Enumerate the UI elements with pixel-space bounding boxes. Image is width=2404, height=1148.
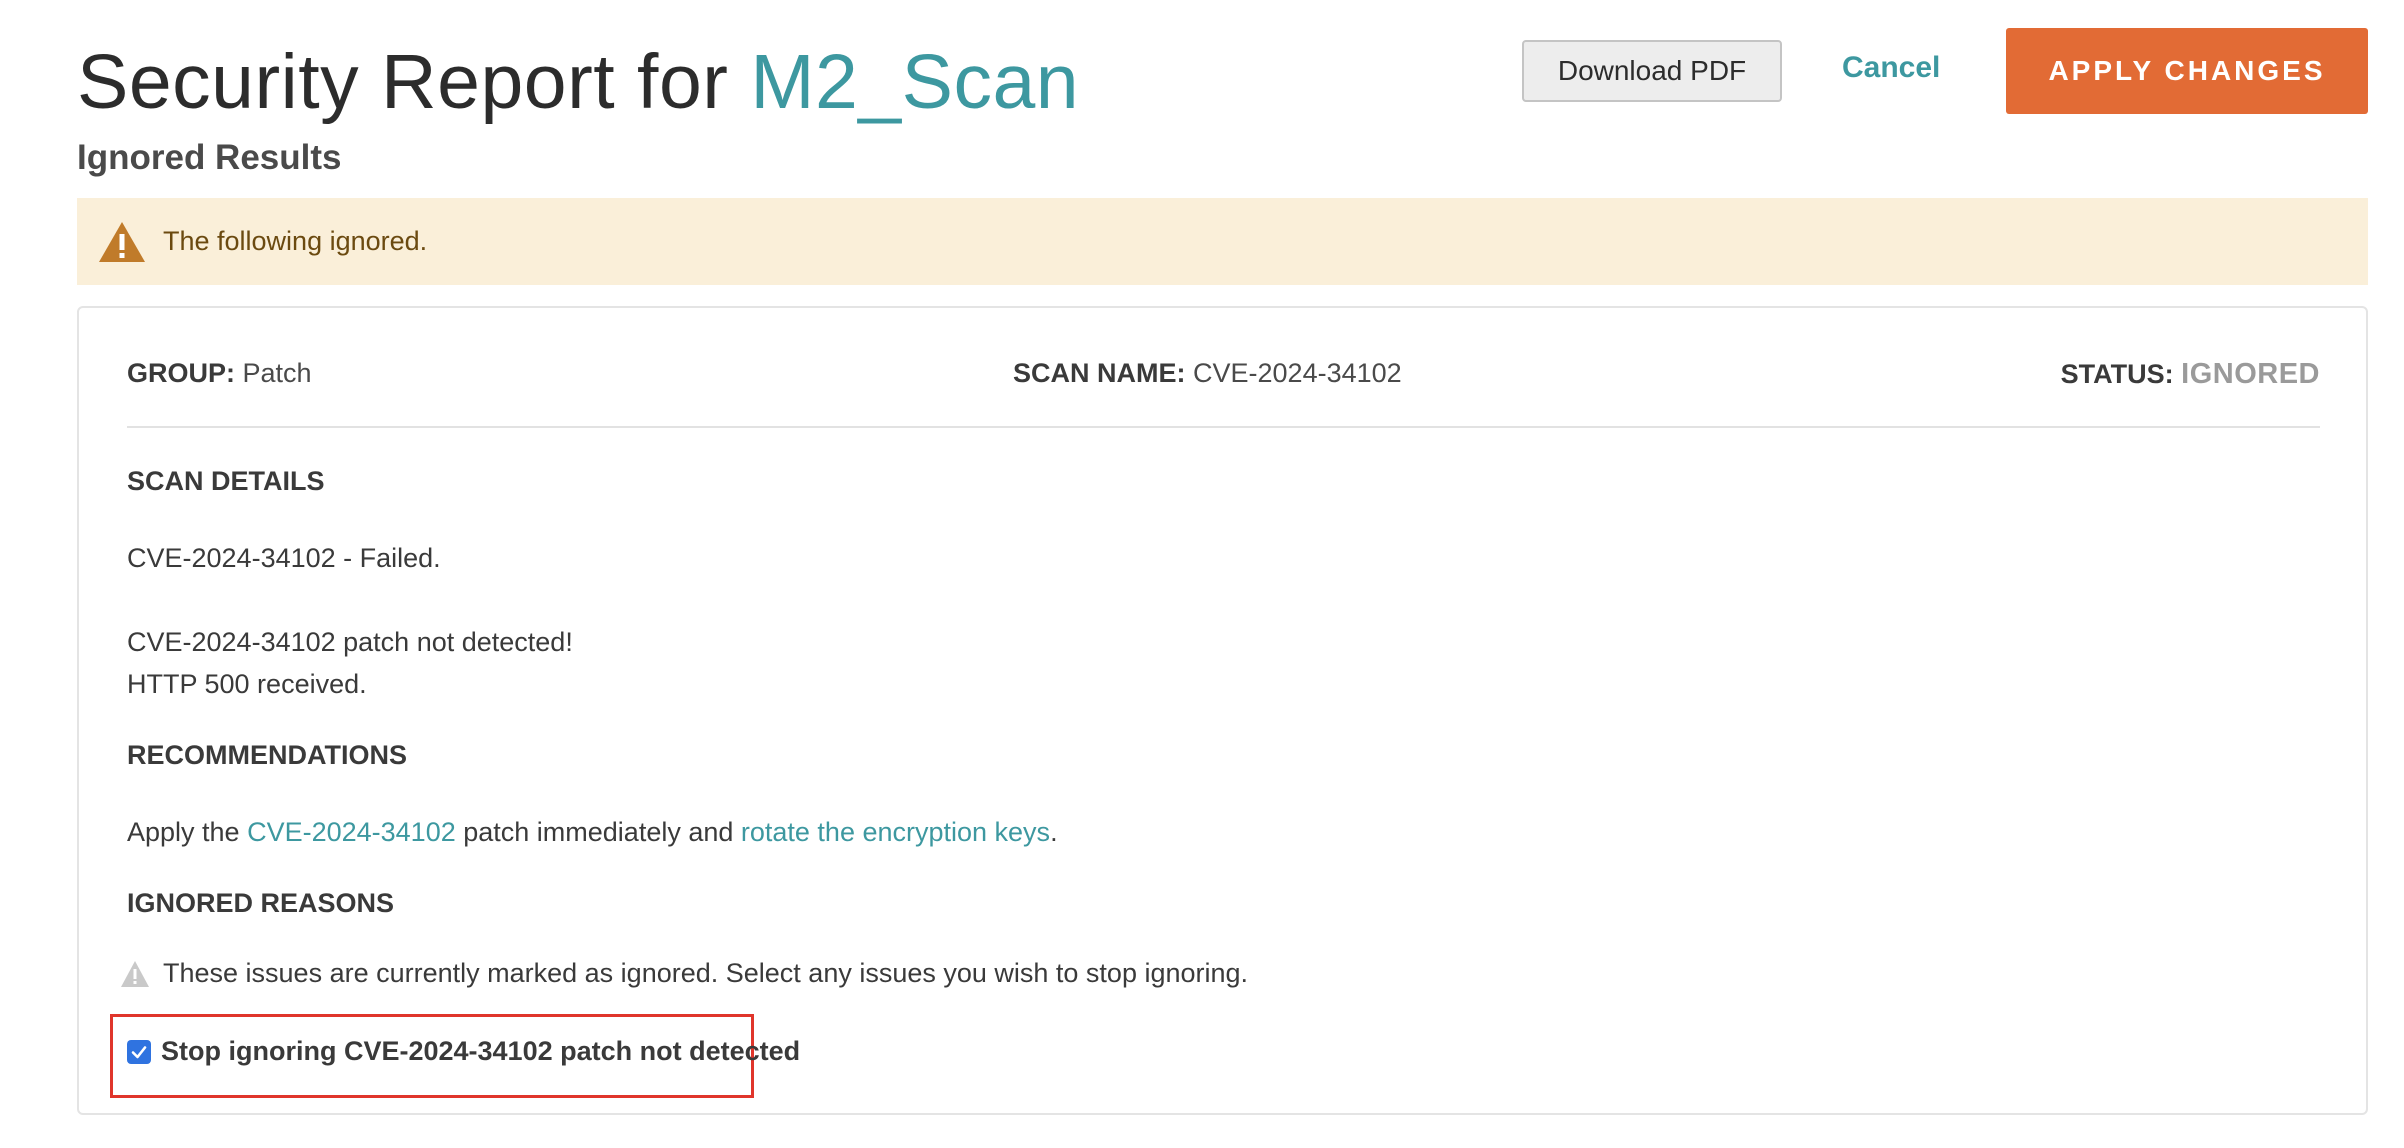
group-field: GROUP: Patch	[127, 358, 312, 389]
result-card: GROUP: Patch SCAN NAME: CVE-2024-34102 S…	[77, 306, 2368, 1115]
scan-name-field: SCAN NAME: CVE-2024-34102	[1013, 358, 1402, 389]
cancel-button[interactable]: Cancel	[1842, 46, 1940, 90]
recommendation-middle: patch immediately and	[455, 817, 741, 847]
stop-ignoring-checkbox[interactable]	[127, 1039, 151, 1064]
warning-banner-text: The following ignored.	[163, 226, 428, 256]
rotate-keys-link[interactable]: rotate the encryption keys	[741, 817, 1050, 847]
recommendations-heading: RECOMMENDATIONS	[127, 740, 407, 770]
result-meta-row: GROUP: Patch SCAN NAME: CVE-2024-34102 S…	[127, 358, 2320, 398]
section-subtitle: Ignored Results	[77, 138, 342, 177]
warning-triangle-icon	[119, 959, 151, 989]
scan-details-http-message: HTTP 500 received.	[127, 669, 367, 699]
status-badge: IGNORED	[2181, 358, 2320, 390]
recommendation-prefix: Apply the	[127, 817, 248, 847]
scan-name-value: CVE-2024-34102	[1193, 358, 1402, 388]
status-field: STATUS: IGNORED	[2061, 358, 2320, 391]
cve-link[interactable]: CVE-2024-34102	[247, 817, 456, 847]
recommendation-suffix: .	[1050, 817, 1058, 847]
scan-details-patch-message: CVE-2024-34102 patch not detected!	[127, 627, 573, 657]
group-value: Patch	[242, 358, 312, 388]
ignored-reasons-heading: IGNORED REASONS	[127, 888, 395, 918]
page-title: Security Report for M2_Scan	[77, 32, 1079, 132]
warning-banner: The following ignored.	[77, 198, 2368, 285]
page-title-scan-name: M2_Scan	[750, 39, 1080, 125]
status-label: STATUS:	[2060, 359, 2174, 389]
download-pdf-button[interactable]: Download PDF	[1522, 40, 1782, 102]
scan-details-heading: SCAN DETAILS	[127, 466, 325, 496]
stop-ignoring-label: Stop ignoring CVE-2024-34102 patch not d…	[161, 1036, 801, 1066]
checkmark-icon	[131, 1045, 147, 1058]
ignored-note-text: These issues are currently marked as ign…	[163, 958, 1249, 988]
divider	[127, 426, 2320, 428]
page-title-prefix: Security Report for	[77, 39, 751, 125]
warning-triangle-icon	[97, 220, 147, 264]
security-report-page: Security Report for M2_Scan Download PDF…	[0, 0, 2404, 1148]
ignored-note: These issues are currently marked as ign…	[119, 958, 1248, 989]
group-label: GROUP:	[127, 358, 235, 388]
scan-name-label: SCAN NAME:	[1013, 358, 1186, 388]
recommendations-text: Apply the CVE-2024-34102 patch immediate…	[127, 811, 1058, 853]
stop-ignoring-checkbox-row[interactable]: Stop ignoring CVE-2024-34102 patch not d…	[127, 1036, 800, 1067]
scan-details-status: CVE-2024-34102 - Failed.	[127, 543, 441, 573]
apply-changes-button[interactable]: APPLY CHANGES	[2006, 28, 2368, 114]
